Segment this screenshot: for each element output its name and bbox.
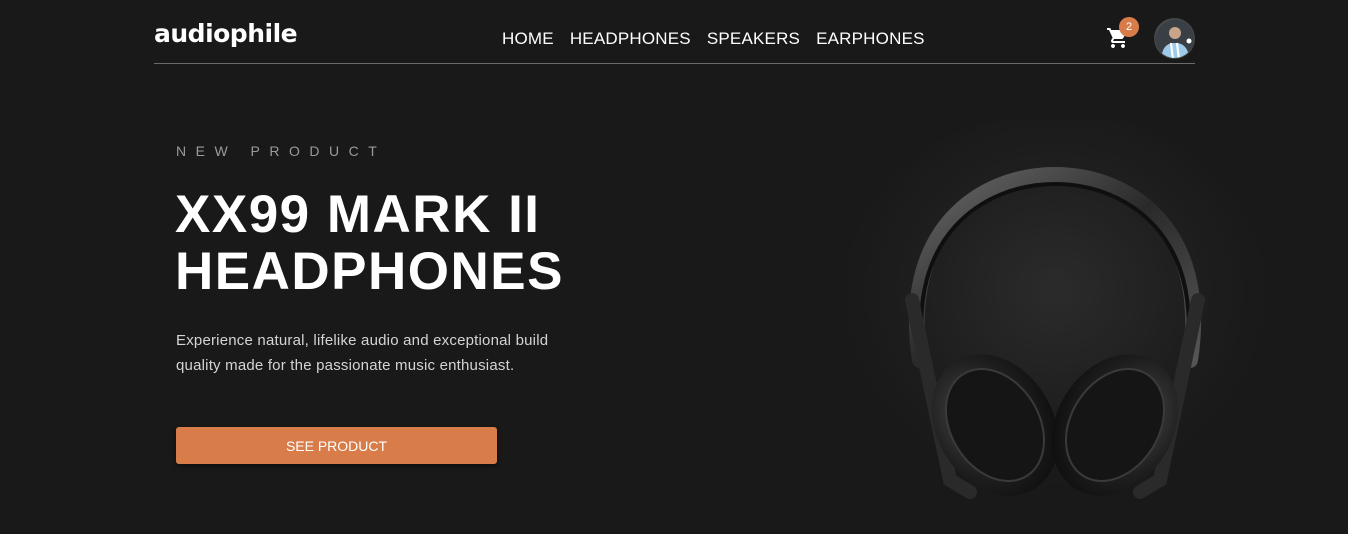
hero-overline: NEW PRODUCT (176, 143, 387, 159)
headphones-image (820, 110, 1290, 530)
logo[interactable]: audiophile (154, 19, 298, 48)
avatar-image (1155, 19, 1194, 58)
hero-title: XX99 MARK II HEADPHONES (175, 186, 635, 300)
cart-count-badge: 2 (1119, 17, 1139, 37)
hero-description: Experience natural, lifelike audio and e… (176, 332, 549, 374)
user-avatar[interactable] (1154, 18, 1195, 59)
main-nav: HOME HEADPHONES SPEAKERS EARPHONES (502, 29, 925, 49)
nav-headphones[interactable]: HEADPHONES (570, 29, 691, 49)
see-product-button[interactable]: SEE PRODUCT (176, 427, 497, 464)
hero-title-line-2: HEADPHONES (175, 242, 565, 301)
cart-button[interactable]: 2 (1106, 17, 1139, 52)
nav-speakers[interactable]: SPEAKERS (707, 29, 800, 49)
nav-home[interactable]: HOME (502, 29, 554, 49)
site-header: audiophile HOME HEADPHONES SPEAKERS EARP… (154, 0, 1195, 64)
page: audiophile HOME HEADPHONES SPEAKERS EARP… (0, 0, 1348, 534)
hero-title-line-1: XX99 MARK II (175, 185, 541, 244)
nav-earphones[interactable]: EARPHONES (816, 29, 925, 49)
